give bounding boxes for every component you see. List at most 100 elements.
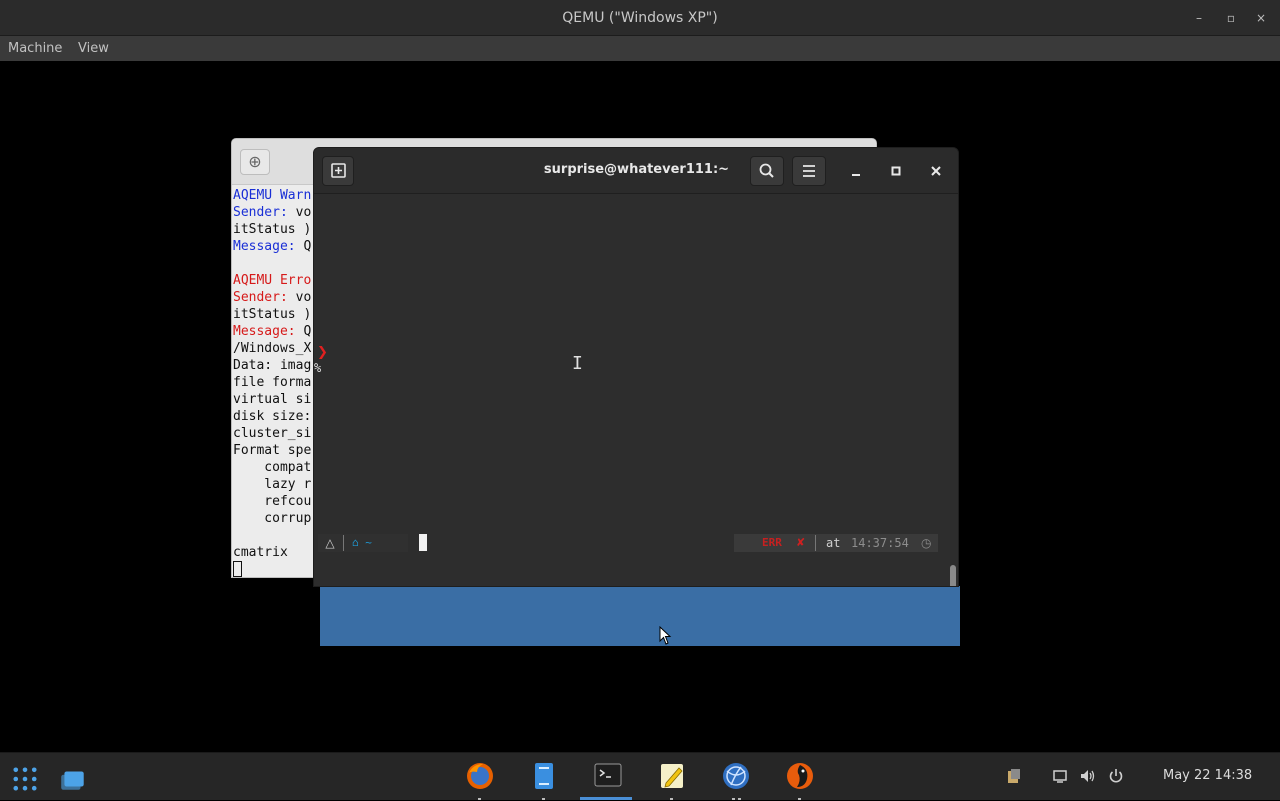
terminal-line-text: AQEMU Erro (233, 273, 312, 288)
terminal-line: itStatus ) (233, 306, 311, 323)
power-icon[interactable] (1107, 767, 1125, 785)
text-cursor-icon: I (572, 353, 583, 374)
terminal-line: Data: imag (233, 357, 311, 374)
qemu-titlebar: QEMU ("Windows XP") – ▫ × (0, 0, 1280, 36)
volume-icon[interactable] (1079, 767, 1097, 785)
windows-xp-desktop-strip[interactable] (320, 586, 960, 646)
text-cursor (233, 561, 242, 577)
terminal-line-text: /Windows_X (233, 341, 312, 356)
terminal-line-text: compat (233, 460, 312, 475)
prompt-separator (343, 535, 344, 551)
maximize-button[interactable]: ▫ (1220, 8, 1242, 28)
notification-icon[interactable] (1051, 767, 1069, 785)
status-at-label: at (826, 536, 841, 550)
front-terminal-window[interactable]: surprise@whatever111:~ ❯ % I △ ⌂ ~ ERR ✘… (313, 147, 959, 587)
terminal-line-text: refcou (233, 494, 312, 509)
menu-button[interactable] (792, 156, 826, 186)
menu-bar: Machine View (0, 36, 1280, 61)
terminal-line: Format spe (233, 442, 311, 459)
prompt-directory: ⌂ ~ (352, 536, 372, 549)
terminal-line-text: file forma (233, 375, 312, 390)
terminal-minimize-button[interactable] (843, 158, 869, 184)
terminal-line-text: corrup (233, 511, 312, 526)
terminal-line-text: itStatus ) (233, 222, 312, 237)
terminal-line: disk size: (233, 408, 311, 425)
terminal-line-text: Format spe (233, 443, 312, 458)
app-grid-icon[interactable] (10, 764, 40, 794)
terminal-line: file forma (233, 374, 311, 391)
maximize-icon (891, 166, 901, 176)
terminal-line: lazy r (233, 476, 311, 493)
terminal-line-text: itStatus ) (233, 307, 312, 322)
terminal-line (233, 527, 311, 544)
terminal-line-text: cluster_si (233, 426, 312, 441)
terminal-line-text: Message: (233, 324, 304, 339)
new-tab-button[interactable]: ⊕ (240, 149, 270, 175)
text-editor-icon[interactable] (657, 761, 687, 791)
terminal-line: virtual si (233, 391, 311, 408)
firefox-icon[interactable] (465, 761, 495, 791)
terminal-content[interactable]: ❯ % I △ ⌂ ~ ERR ✘ at 14:37:54 ◷ (314, 195, 958, 586)
terminal-line: refcou (233, 493, 311, 510)
terminal-line-rest: Q (303, 324, 312, 339)
terminal-line-text: cmatrix (233, 545, 288, 560)
terminal-line: Sender: vo (233, 204, 311, 221)
terminal-line: cmatrix (233, 544, 311, 561)
terminal-line: itStatus ) (233, 221, 311, 238)
clipboard-icon[interactable] (1005, 767, 1023, 785)
new-tab-icon (331, 163, 346, 178)
terminal-line: Sender: vo (233, 289, 311, 306)
terminal-line: cluster_si (233, 425, 311, 442)
terminal-line-text: disk size: (233, 409, 312, 424)
terminal-line-rest: vo (295, 205, 312, 220)
files-icon[interactable] (529, 761, 559, 791)
terminal-line: Message: Q (233, 323, 311, 340)
terminal-line-text (233, 256, 241, 271)
error-status: ERR (762, 536, 782, 549)
terminal-maximize-button[interactable] (883, 158, 909, 184)
terminal-icon[interactable] (593, 761, 623, 791)
terminal-close-button[interactable] (923, 158, 949, 184)
minimize-button[interactable]: – (1188, 8, 1210, 28)
terminal-line: /Windows_X (233, 340, 311, 357)
network-icon[interactable] (721, 761, 751, 791)
menu-machine[interactable]: Machine (0, 36, 70, 61)
clock-icon: ◷ (921, 536, 932, 550)
menu-view[interactable]: View (70, 36, 117, 61)
search-icon (759, 163, 774, 178)
tux-icon: △ (325, 536, 335, 550)
prompt-right-segment: ERR ✘ at 14:37:54 ◷ (734, 534, 938, 552)
qemu-icon[interactable] (785, 761, 815, 791)
prompt-line: △ ⌂ ~ ERR ✘ at 14:37:54 ◷ (314, 532, 958, 554)
mouse-pointer-icon (659, 626, 672, 645)
back-terminal-output: AQEMU Warn Sender: vo itStatus ) Message: Q… (233, 187, 312, 577)
window-title: QEMU ("Windows XP") (562, 10, 718, 26)
search-button[interactable] (750, 156, 784, 186)
taskbar-clock[interactable]: May 22 14:38 (1163, 753, 1252, 801)
close-icon (931, 166, 941, 176)
terminal-line-text: Message: (233, 239, 304, 254)
terminal-line-rest: vo (295, 290, 312, 305)
terminal-title: surprise@whatever111:~ (543, 162, 730, 177)
error-cross-icon: ✘ (796, 536, 806, 549)
close-button[interactable]: × (1250, 8, 1272, 28)
percent-mark: % (314, 361, 322, 375)
prompt-chevron: ❯ (317, 345, 328, 360)
terminal-line: corrup (233, 510, 311, 527)
terminal-line: Message: Q (233, 238, 311, 255)
terminal-scrollbar[interactable] (950, 565, 956, 586)
terminal-line-rest: Q (303, 239, 312, 254)
terminal-line-text: lazy r (233, 477, 312, 492)
minimize-icon (852, 174, 860, 176)
new-tab-button[interactable] (322, 156, 354, 186)
terminal-line-text: Sender: (233, 205, 296, 220)
terminal-line: compat (233, 459, 311, 476)
terminal-line-text: Data: imag (233, 358, 312, 373)
block-cursor (419, 534, 427, 551)
terminal-line: AQEMU Warn (233, 187, 311, 204)
terminal-line-text: AQEMU Warn (233, 188, 312, 203)
workspaces-icon[interactable] (58, 764, 88, 794)
status-separator (815, 535, 816, 551)
terminal-line-text: virtual si (233, 392, 312, 407)
prompt-left-segment: △ ⌂ ~ (318, 534, 408, 552)
